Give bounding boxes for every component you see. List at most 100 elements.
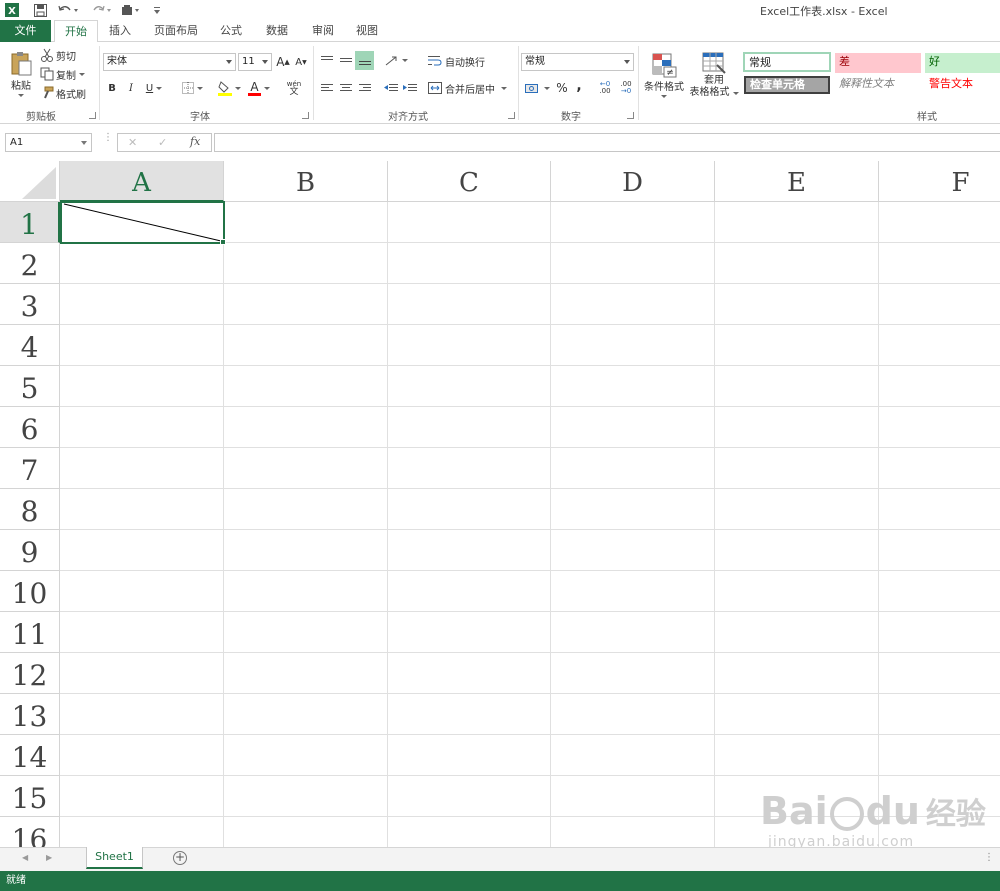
conditional-formatting-button[interactable]: ≠ 条件格式 <box>641 47 687 103</box>
align-left-button[interactable] <box>320 80 334 96</box>
increase-indent-button[interactable] <box>402 80 418 96</box>
align-bottom-button[interactable] <box>355 51 374 70</box>
format-as-table-button[interactable]: 套用 表格格式 <box>688 47 740 103</box>
tab-data[interactable]: 数据 <box>258 20 296 42</box>
column-header-d[interactable]: D <box>551 161 715 202</box>
gridline <box>60 283 1000 284</box>
underline-button[interactable]: U <box>144 80 164 96</box>
column-header-c[interactable]: C <box>388 161 551 202</box>
align-right-button[interactable] <box>358 80 372 96</box>
column-header-f[interactable]: F <box>879 161 1000 202</box>
clipboard-launcher-icon[interactable] <box>89 112 96 119</box>
redo-icon[interactable] <box>90 2 114 18</box>
chevron-down-icon <box>661 95 667 98</box>
row-header-1[interactable]: 1 <box>0 202 60 243</box>
resize-grip-icon[interactable]: ⋮ <box>103 133 113 148</box>
column-header-e[interactable]: E <box>715 161 879 202</box>
row-header-5[interactable]: 5 <box>0 366 60 407</box>
insert-function-icon[interactable]: fx <box>190 135 200 148</box>
row-header-2[interactable]: 2 <box>0 243 60 284</box>
customize-icon[interactable] <box>150 2 164 18</box>
format-painter-button[interactable]: 格式刷 <box>40 85 86 101</box>
style-warning[interactable]: 警告文本 <box>925 75 1000 95</box>
column-header-a[interactable]: A <box>60 161 224 202</box>
borders-button[interactable] <box>180 80 204 96</box>
row-header-7[interactable]: 7 <box>0 448 60 489</box>
font-size-select[interactable]: 11 <box>238 53 272 71</box>
font-color-button[interactable]: A <box>246 79 272 97</box>
enter-icon[interactable]: ✓ <box>158 136 167 149</box>
style-check-cell[interactable]: 检查单元格 <box>744 76 830 94</box>
comma-button[interactable]: , <box>574 78 584 94</box>
fill-handle[interactable] <box>220 239 226 245</box>
bold-button[interactable]: B <box>106 80 118 96</box>
row-header-8[interactable]: 8 <box>0 489 60 530</box>
style-normal[interactable]: 常规 <box>743 52 831 72</box>
style-bad-label: 差 <box>839 55 850 68</box>
row-header-4[interactable]: 4 <box>0 325 60 366</box>
cell-a1[interactable] <box>60 201 225 244</box>
copy-button[interactable]: 复制 <box>40 66 85 82</box>
group-separator <box>99 46 100 120</box>
row-header-10[interactable]: 10 <box>0 571 60 612</box>
increase-font-button[interactable]: A ▲ <box>276 54 290 70</box>
style-explanatory[interactable]: 解释性文本 <box>835 75 921 95</box>
scroll-right-icon[interactable]: ▶ <box>46 853 52 862</box>
row-header-16[interactable]: 16 <box>0 817 60 847</box>
row-header-15[interactable]: 15 <box>0 776 60 817</box>
row-header-6[interactable]: 6 <box>0 407 60 448</box>
number-launcher-icon[interactable] <box>627 112 634 119</box>
phonetic-button[interactable]: wén 文 <box>282 77 306 99</box>
decrease-decimal-button[interactable]: .00 →0 <box>617 80 635 96</box>
tab-insert[interactable]: 插入 <box>100 20 140 42</box>
group-separator <box>313 46 314 120</box>
tab-split-grip-icon[interactable]: ⋮ <box>984 852 994 863</box>
align-right-icon <box>359 84 371 91</box>
save-icon[interactable] <box>32 2 48 18</box>
percent-button[interactable]: % <box>555 80 569 96</box>
cancel-icon[interactable]: ✕ <box>128 136 137 149</box>
accounting-format-button[interactable] <box>523 80 551 96</box>
gridline <box>550 202 551 847</box>
sheet-tab-sheet1[interactable]: Sheet1 <box>86 847 143 869</box>
merge-center-button[interactable]: 合并后居中 <box>428 79 507 97</box>
cut-button[interactable]: 剪切 <box>40 47 76 63</box>
name-box[interactable]: A1 <box>5 133 92 152</box>
row-header-12[interactable]: 12 <box>0 653 60 694</box>
font-launcher-icon[interactable] <box>302 112 309 119</box>
row-header-11[interactable]: 11 <box>0 612 60 653</box>
align-top-button[interactable] <box>320 52 334 68</box>
undo-icon[interactable] <box>56 2 80 18</box>
formula-input[interactable] <box>214 133 1000 152</box>
wrap-text-button[interactable]: 自动换行 <box>428 52 485 70</box>
row-header-3[interactable]: 3 <box>0 284 60 325</box>
tab-view[interactable]: 视图 <box>348 20 386 42</box>
italic-button[interactable]: I <box>125 80 137 96</box>
row-header-14[interactable]: 14 <box>0 735 60 776</box>
scroll-left-icon[interactable]: ◀ <box>22 853 28 862</box>
row-header-13[interactable]: 13 <box>0 694 60 735</box>
decrease-indent-button[interactable] <box>384 80 398 96</box>
alignment-launcher-icon[interactable] <box>508 112 515 119</box>
tab-review[interactable]: 审阅 <box>304 20 342 42</box>
orientation-button[interactable] <box>384 52 408 68</box>
tab-home[interactable]: 开始 <box>54 20 98 43</box>
touch-mode-icon[interactable] <box>120 2 142 18</box>
row-header-9[interactable]: 9 <box>0 530 60 571</box>
align-middle-button[interactable] <box>339 52 353 68</box>
style-good[interactable]: 好 <box>925 53 1000 73</box>
font-name-select[interactable]: 宋体 <box>103 53 236 71</box>
number-format-select[interactable]: 常规 <box>521 53 634 71</box>
align-center-button[interactable] <box>339 80 353 96</box>
add-sheet-icon[interactable]: + <box>173 851 187 865</box>
paste-button[interactable]: 粘贴 <box>6 46 36 102</box>
fill-color-button[interactable] <box>216 79 242 97</box>
select-all-corner[interactable] <box>0 161 60 202</box>
decrease-font-button[interactable]: A ▼ <box>294 54 308 70</box>
increase-decimal-button[interactable]: ←0.00 <box>596 80 614 96</box>
style-bad[interactable]: 差 <box>835 53 921 73</box>
tab-file[interactable]: 文件 <box>0 20 51 42</box>
tab-page-layout[interactable]: 页面布局 <box>148 20 204 42</box>
tab-formulas[interactable]: 公式 <box>212 20 250 42</box>
column-header-b[interactable]: B <box>224 161 388 202</box>
